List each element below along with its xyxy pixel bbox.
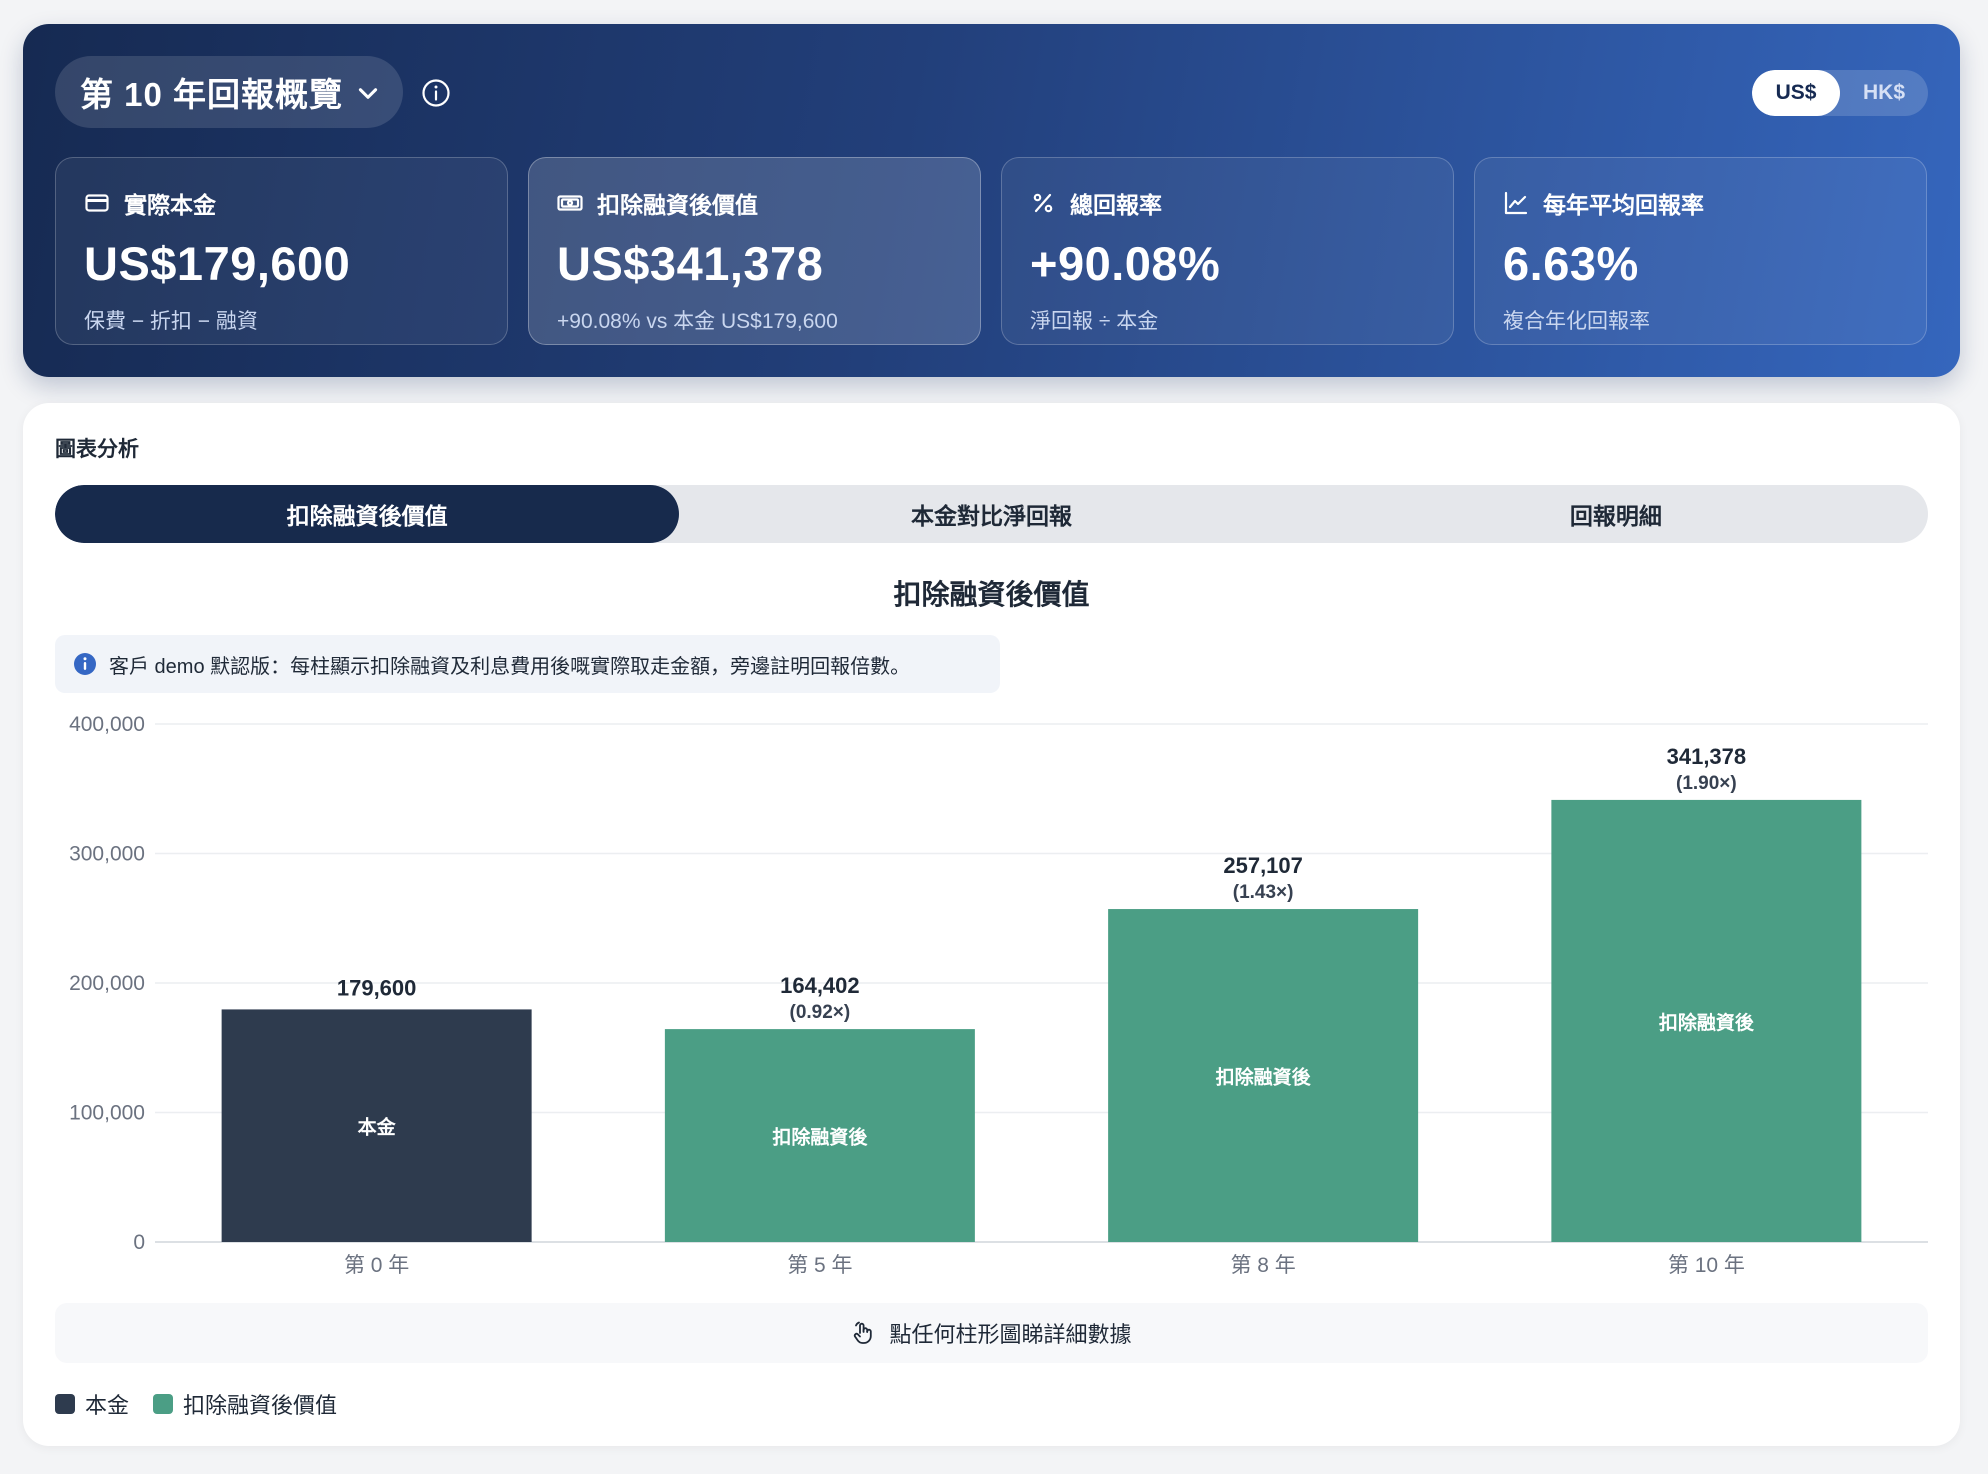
- x-tick-label: 第 5 年: [787, 1254, 852, 1277]
- bar-inner-label: 扣除融資後: [772, 1126, 868, 1149]
- currency-toggle: US$ HK$: [1752, 70, 1928, 116]
- chart-hint-text: 點任何柱形圖睇詳細數據: [889, 1322, 1132, 1347]
- stat-card-total-return: 總回報率 +90.08% 淨回報 ÷ 本金: [1001, 157, 1454, 345]
- bar-inner-label: 本金: [358, 1116, 397, 1139]
- chevron-down-icon: [358, 88, 378, 99]
- stat-value: US$179,600: [84, 237, 351, 290]
- y-tick-label: 0: [133, 1231, 145, 1254]
- stat-subtext: 複合年化回報率: [1503, 310, 1650, 333]
- legend-item-net-value: 扣除融資後價值: [153, 1388, 337, 1420]
- stat-value: 6.63%: [1503, 237, 1639, 290]
- currency-hkd-button[interactable]: HK$: [1840, 70, 1928, 116]
- stat-value: US$341,378: [557, 237, 824, 290]
- year-selector-dropdown[interactable]: 第 10 年回報概覽: [55, 56, 403, 128]
- stat-label: 每年平均回報率: [1543, 192, 1704, 218]
- multiple-label: (0.92×): [790, 1002, 851, 1023]
- data-label: 341,378: [1667, 744, 1747, 769]
- banknote-icon: [557, 195, 583, 211]
- bar-inner-label: 扣除融資後: [1216, 1066, 1312, 1089]
- percent-icon: [1033, 193, 1053, 213]
- stat-label: 總回報率: [1070, 192, 1162, 218]
- overview-title: 第 10 年回報概覽: [80, 76, 344, 113]
- stat-subtext: 淨回報 ÷ 本金: [1030, 310, 1159, 333]
- stat-subtext: 保費 − 折扣 − 融資: [84, 310, 258, 333]
- legend-item-principal: 本金: [55, 1388, 129, 1420]
- chart-panel: 圖表分析 扣除融資後價值 本金對比淨回報 回報明細 扣除融資後價值 客戶 dem…: [23, 403, 1960, 1446]
- stat-value: +90.08%: [1030, 237, 1221, 290]
- stat-label: 實際本金: [124, 192, 216, 218]
- chart-hint-bar[interactable]: 點任何柱形圖睇詳細數據: [55, 1303, 1928, 1363]
- credit-card-icon: [85, 194, 109, 212]
- stat-subtext: +90.08% vs 本金 US$179,600: [557, 310, 838, 333]
- x-tick-label: 第 0 年: [344, 1254, 409, 1277]
- legend-label: 本金: [85, 1393, 130, 1418]
- trend-chart-icon: [1504, 191, 1528, 215]
- bar-chart: 0 100,000 200,000 300,000 400,000 本金 179,600 第 …: [69, 713, 1928, 1277]
- x-tick-label: 第 8 年: [1230, 1254, 1295, 1277]
- y-tick-label: 200,000: [69, 972, 145, 995]
- stat-card-net-value: 扣除融資後價值 US$341,378 +90.08% vs 本金 US$179,…: [528, 157, 981, 345]
- y-tick-label: 300,000: [69, 843, 145, 866]
- multiple-label: (1.43×): [1233, 882, 1294, 903]
- stat-label: 扣除融資後價值: [597, 192, 758, 218]
- data-label: 164,402: [780, 973, 860, 998]
- pointer-hand-icon: [854, 1321, 873, 1344]
- y-tick-label: 400,000: [69, 713, 145, 736]
- legend-swatch-principal: [55, 1394, 75, 1414]
- multiple-label: (1.90×): [1676, 773, 1737, 794]
- legend-label: 扣除融資後價值: [183, 1393, 338, 1418]
- overview-header: 第 10 年回報概覽 US$ HK$ 實際本金 US$179,600 保費 − …: [23, 24, 1960, 377]
- data-label: 257,107: [1223, 853, 1303, 878]
- currency-usd-button[interactable]: US$: [1752, 70, 1840, 116]
- x-tick-label: 第 10 年: [1668, 1254, 1745, 1277]
- stat-card-annual-return: 每年平均回報率 6.63% 複合年化回報率: [1474, 157, 1927, 345]
- y-tick-label: 100,000: [69, 1102, 145, 1125]
- data-label: 179,600: [337, 975, 417, 1000]
- bar-inner-label: 扣除融資後: [1659, 1011, 1755, 1034]
- legend-swatch-net-value: [153, 1394, 174, 1414]
- stat-card-principal: 實際本金 US$179,600 保費 − 折扣 − 融資: [55, 157, 508, 345]
- chart-legend: 本金 扣除融資後價值: [55, 1388, 337, 1420]
- info-icon[interactable]: [421, 78, 451, 108]
